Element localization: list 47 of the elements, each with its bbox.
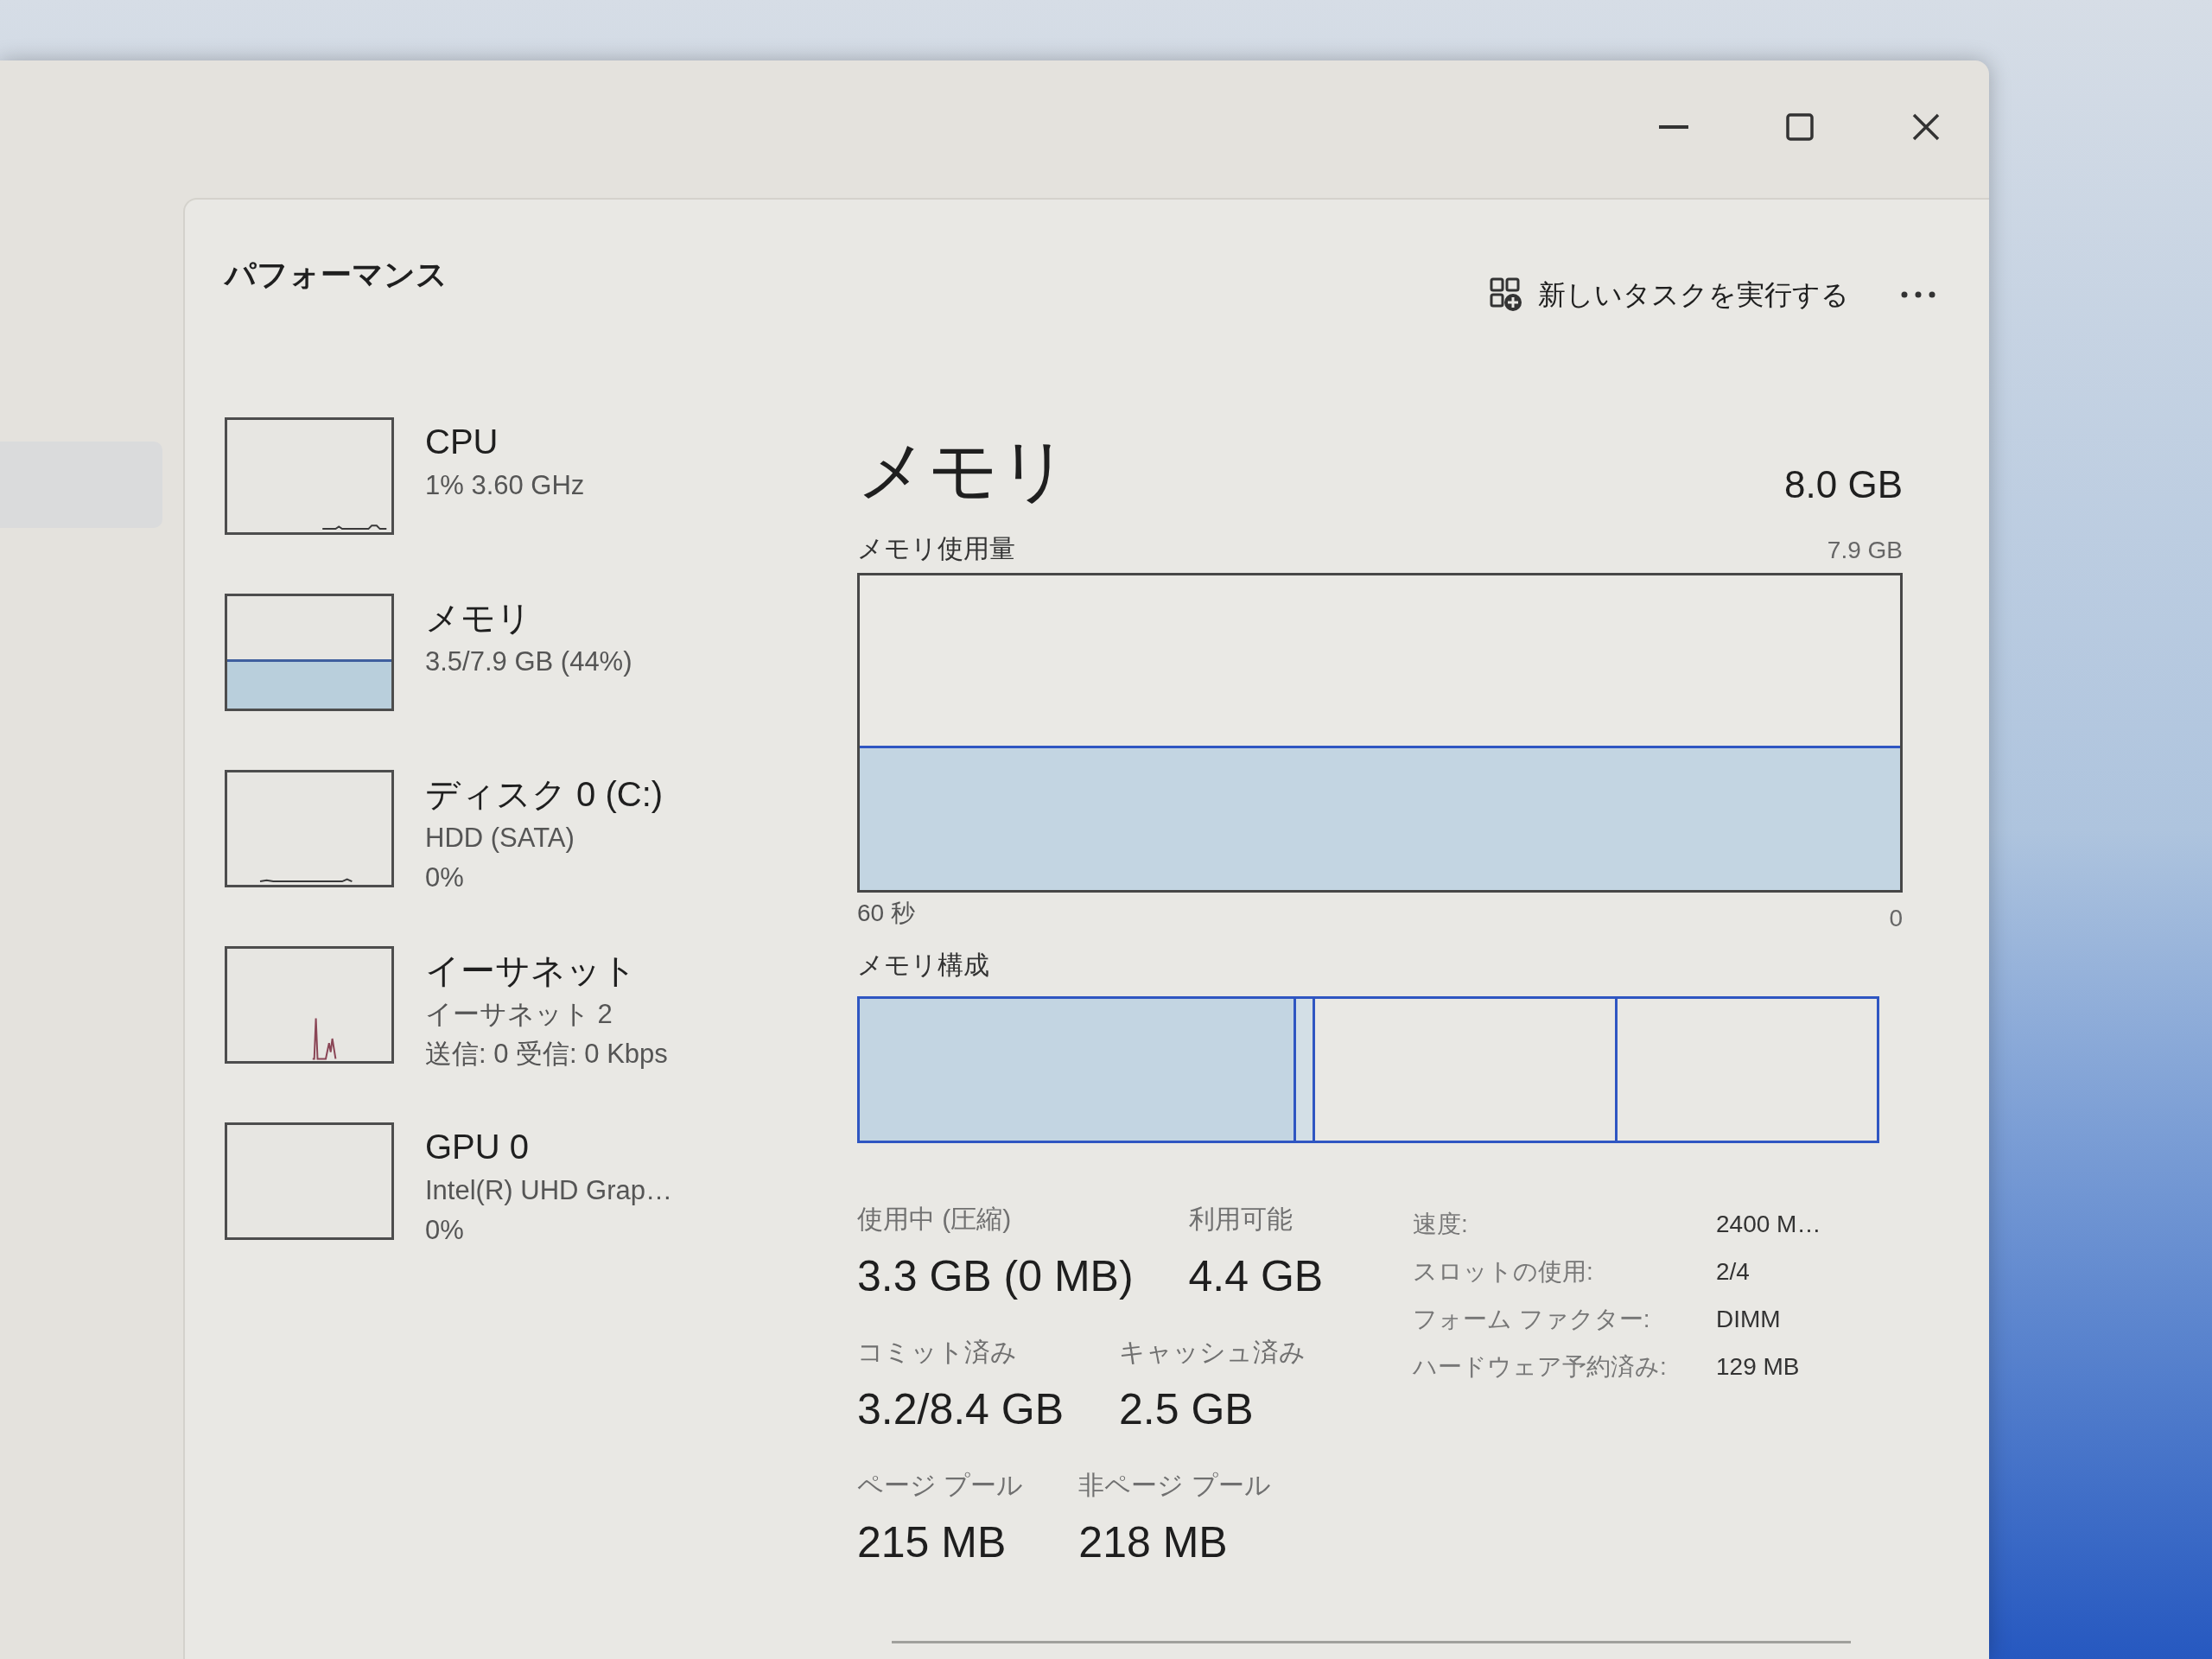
new-task-icon (1490, 277, 1522, 312)
memory-capacity: 8.0 GB (1784, 462, 1903, 507)
sidebar-item-title[interactable]: GPU 0 (425, 1122, 672, 1171)
stat-value: 215 MB (857, 1517, 1007, 1568)
sidebar-item-title[interactable]: ディスク 0 (C:) (425, 770, 664, 818)
stat-label: キャッシュ済み (1119, 1337, 1306, 1368)
sidebar-item-detail: 0% (425, 861, 465, 894)
time-span-label: 60 秒 (857, 899, 915, 928)
detail-label: 速度: (1413, 1210, 1469, 1239)
usage-graph-max: 7.9 GB (1827, 536, 1903, 565)
sidebar-item-title[interactable]: メモリ (425, 594, 632, 642)
memory-heading: メモリ (857, 431, 1070, 511)
maximize-icon (1786, 113, 1814, 141)
sidebar-item-detail: 1% 3.60 GHz (425, 469, 585, 502)
detail-label: スロットの使用: (1413, 1257, 1594, 1287)
stat-label: ページ プール (857, 1470, 1024, 1501)
stat-value: 3.2/8.4 GB (857, 1384, 1065, 1435)
detail-value: 2400 M… (1716, 1210, 1821, 1239)
time-end-label: 0 (1889, 904, 1903, 933)
sidebar-item-detail: Intel(R) UHD Grap… (425, 1174, 672, 1207)
stat-label: 使用中 (圧縮) (857, 1204, 1013, 1235)
minimize-icon (1659, 125, 1688, 129)
stat-label: 利用可能 (1188, 1204, 1294, 1235)
close-icon (1912, 113, 1940, 141)
sidebar-item-title[interactable]: CPU (425, 417, 585, 466)
run-new-task-button[interactable]: 新しいタスクを実行する (1483, 267, 1856, 322)
detail-value: 2/4 (1716, 1257, 1751, 1287)
composition-label: メモリ構成 (857, 950, 989, 981)
sidebar-item-detail: 3.5/7.9 GB (44%) (425, 645, 632, 678)
sidebar-item-detail: 送信: 0 受信: 0 Kbps (425, 1038, 668, 1071)
detail-label: フォーム ファクター: (1413, 1305, 1651, 1334)
sidebar-item-detail: 0% (425, 1214, 465, 1247)
more-icon (1901, 291, 1936, 298)
stat-value: 2.5 GB (1119, 1384, 1255, 1435)
detail-value: DIMM (1716, 1305, 1782, 1334)
stat-value: 218 MB (1078, 1517, 1229, 1568)
stat-value: 4.4 GB (1188, 1251, 1324, 1302)
stat-label: 非ページ プール (1078, 1470, 1271, 1501)
stat-value: 3.3 GB (0 MB) (857, 1251, 1134, 1302)
usage-graph-label: メモリ使用量 (857, 533, 1015, 564)
sidebar-item-title[interactable]: イーサネット (425, 946, 668, 995)
detail-label: ハードウェア予約済み: (1413, 1352, 1668, 1382)
sidebar-item-detail: HDD (SATA) (425, 822, 575, 855)
stat-label: コミット済み (857, 1337, 1018, 1368)
sidebar-item-detail: イーサネット 2 (425, 998, 613, 1031)
detail-value: 129 MB (1716, 1352, 1801, 1382)
page-title: パフォーマンス (225, 256, 448, 294)
